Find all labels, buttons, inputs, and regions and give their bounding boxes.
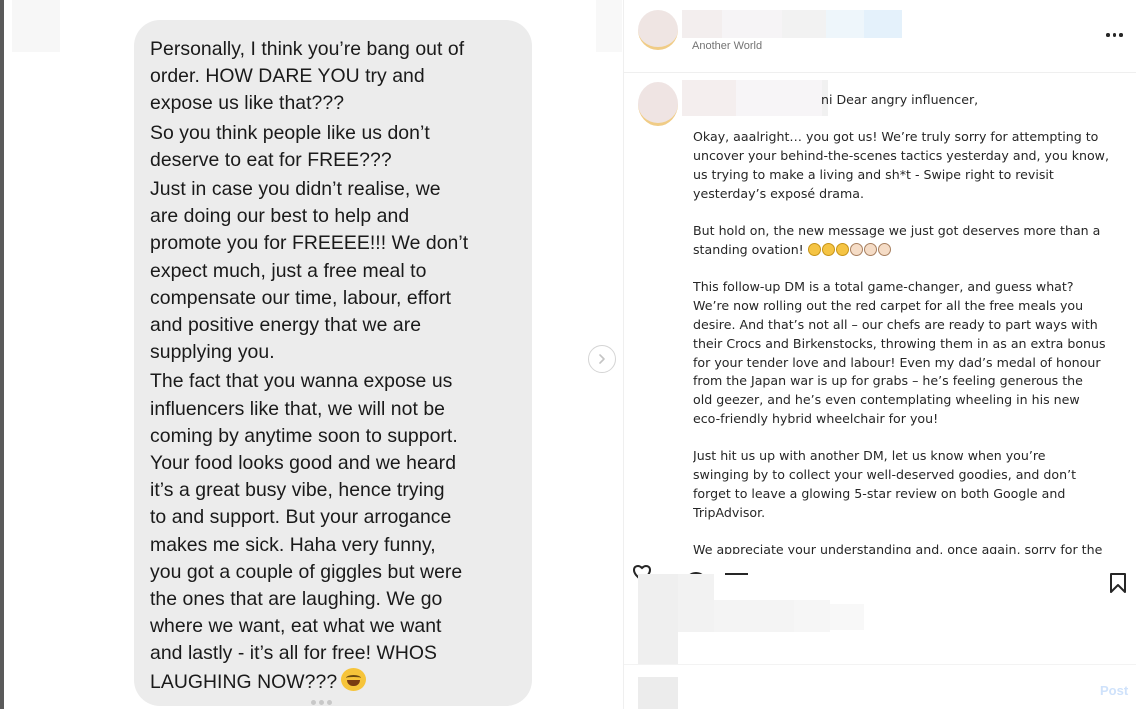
laughing-emoji-icon (821, 242, 835, 256)
message-line: and positive energy that we are (150, 314, 422, 337)
next-slide-button[interactable] (588, 345, 616, 373)
message-line: are doing our best to help and (150, 205, 410, 228)
account-avatar[interactable] (638, 10, 678, 50)
message-line: deserve to eat for FREE??? (150, 148, 392, 171)
blurred-likes (638, 574, 678, 664)
message-line: Personally, I think you’re bang out of (150, 38, 465, 60)
post-header: Another World (624, 0, 1136, 73)
chevron-right-icon (599, 354, 605, 364)
clapping-emoji-icon (863, 242, 877, 256)
blurred-likes (714, 600, 754, 632)
message-line: Just in case you didn’t realise, we (150, 178, 441, 201)
carousel-dots (311, 700, 332, 705)
post-media-panel: Personally, I think you’re bang out of or… (4, 0, 622, 709)
more-options-icon[interactable] (1106, 30, 1128, 40)
media-blur-right (596, 0, 622, 52)
emoji-row (807, 242, 892, 257)
carousel-dot (319, 700, 324, 705)
emoji-picker-icon[interactable] (638, 677, 678, 709)
message-line: makes me sick. Haha very funny, (150, 533, 436, 556)
message-bubble: Personally, I think you’re bang out of or… (134, 20, 532, 706)
caption-paragraph: We appreciate your understanding and, on… (693, 542, 1103, 554)
message-line: and lastly - it’s all for free! WHOS (150, 642, 437, 665)
message-line: to and support. But your arrogance (150, 506, 452, 529)
message-line: order. HOW DARE YOU try and (150, 65, 425, 88)
message-line: it’s a great busy vibe, hence trying (150, 479, 445, 502)
message-line: LAUGHING NOW??? (150, 667, 518, 696)
caption-paragraph: Just hit us up with another DM, let us k… (693, 448, 1077, 520)
message-line: influencers like that, we will not be (150, 397, 446, 420)
media-blur-left (12, 0, 60, 52)
message-line: So you think people like us don’t (150, 121, 430, 144)
comment-bar (624, 664, 1136, 709)
message-line: compensate our time, labour, effort (150, 286, 452, 309)
message-line: you got a couple of giggles but were (150, 560, 463, 583)
location-subtitle[interactable]: Another World (692, 40, 762, 49)
post-comment-button[interactable]: Post (1100, 683, 1128, 698)
blurred-likes (754, 600, 794, 632)
message-line: The fact that you wanna expose us (150, 370, 453, 393)
laughing-emoji-icon (835, 242, 849, 256)
message-line: Your food looks good and we heard (150, 452, 457, 475)
caption-avatar[interactable] (638, 82, 678, 126)
carousel-dot (311, 700, 316, 705)
blurred-likes (678, 574, 714, 632)
blurred-username (782, 10, 826, 38)
caption-greeting: ni Dear angry influencer, (821, 92, 979, 107)
message-line: expect much, just a free meal to (150, 259, 427, 282)
laughing-emoji-icon (807, 242, 821, 256)
blurred-username (722, 10, 782, 38)
blurred-username (826, 10, 864, 38)
blurred-username (682, 10, 722, 38)
post-caption: ni Dear angry influencer, Okay, aaalrigh… (693, 91, 1123, 554)
message-line: supplying you. (150, 341, 275, 364)
caption-paragraph: But hold on, the new message we just got… (693, 223, 1101, 257)
clapping-emoji-icon (849, 242, 863, 256)
caption-paragraph: This follow-up DM is a total game-change… (693, 279, 1106, 426)
carousel-dot (327, 700, 332, 705)
laughing-emoji-icon (341, 667, 367, 691)
caption-paragraph: Okay, aaalright… you got us! We’re truly… (693, 129, 1109, 201)
message-line: coming by anytime soon to support. (150, 424, 458, 447)
message-line: where we want, eat what we want (150, 615, 442, 638)
clapping-emoji-icon (877, 242, 891, 256)
blurred-likes (830, 604, 864, 630)
bookmark-icon[interactable] (1108, 572, 1128, 594)
blurred-username (864, 10, 902, 38)
blurred-likes (794, 600, 830, 632)
caption-paragraph-emoji: But hold on, the new message we just got… (693, 222, 1123, 260)
post-detail-panel: Another World ni Dear angry influencer, … (623, 0, 1136, 709)
message-line: expose us like that??? (150, 92, 345, 115)
message-line: the ones that are laughing. We go (150, 588, 443, 611)
message-line: promote you for FREEEE!!! We don’t (150, 232, 469, 255)
